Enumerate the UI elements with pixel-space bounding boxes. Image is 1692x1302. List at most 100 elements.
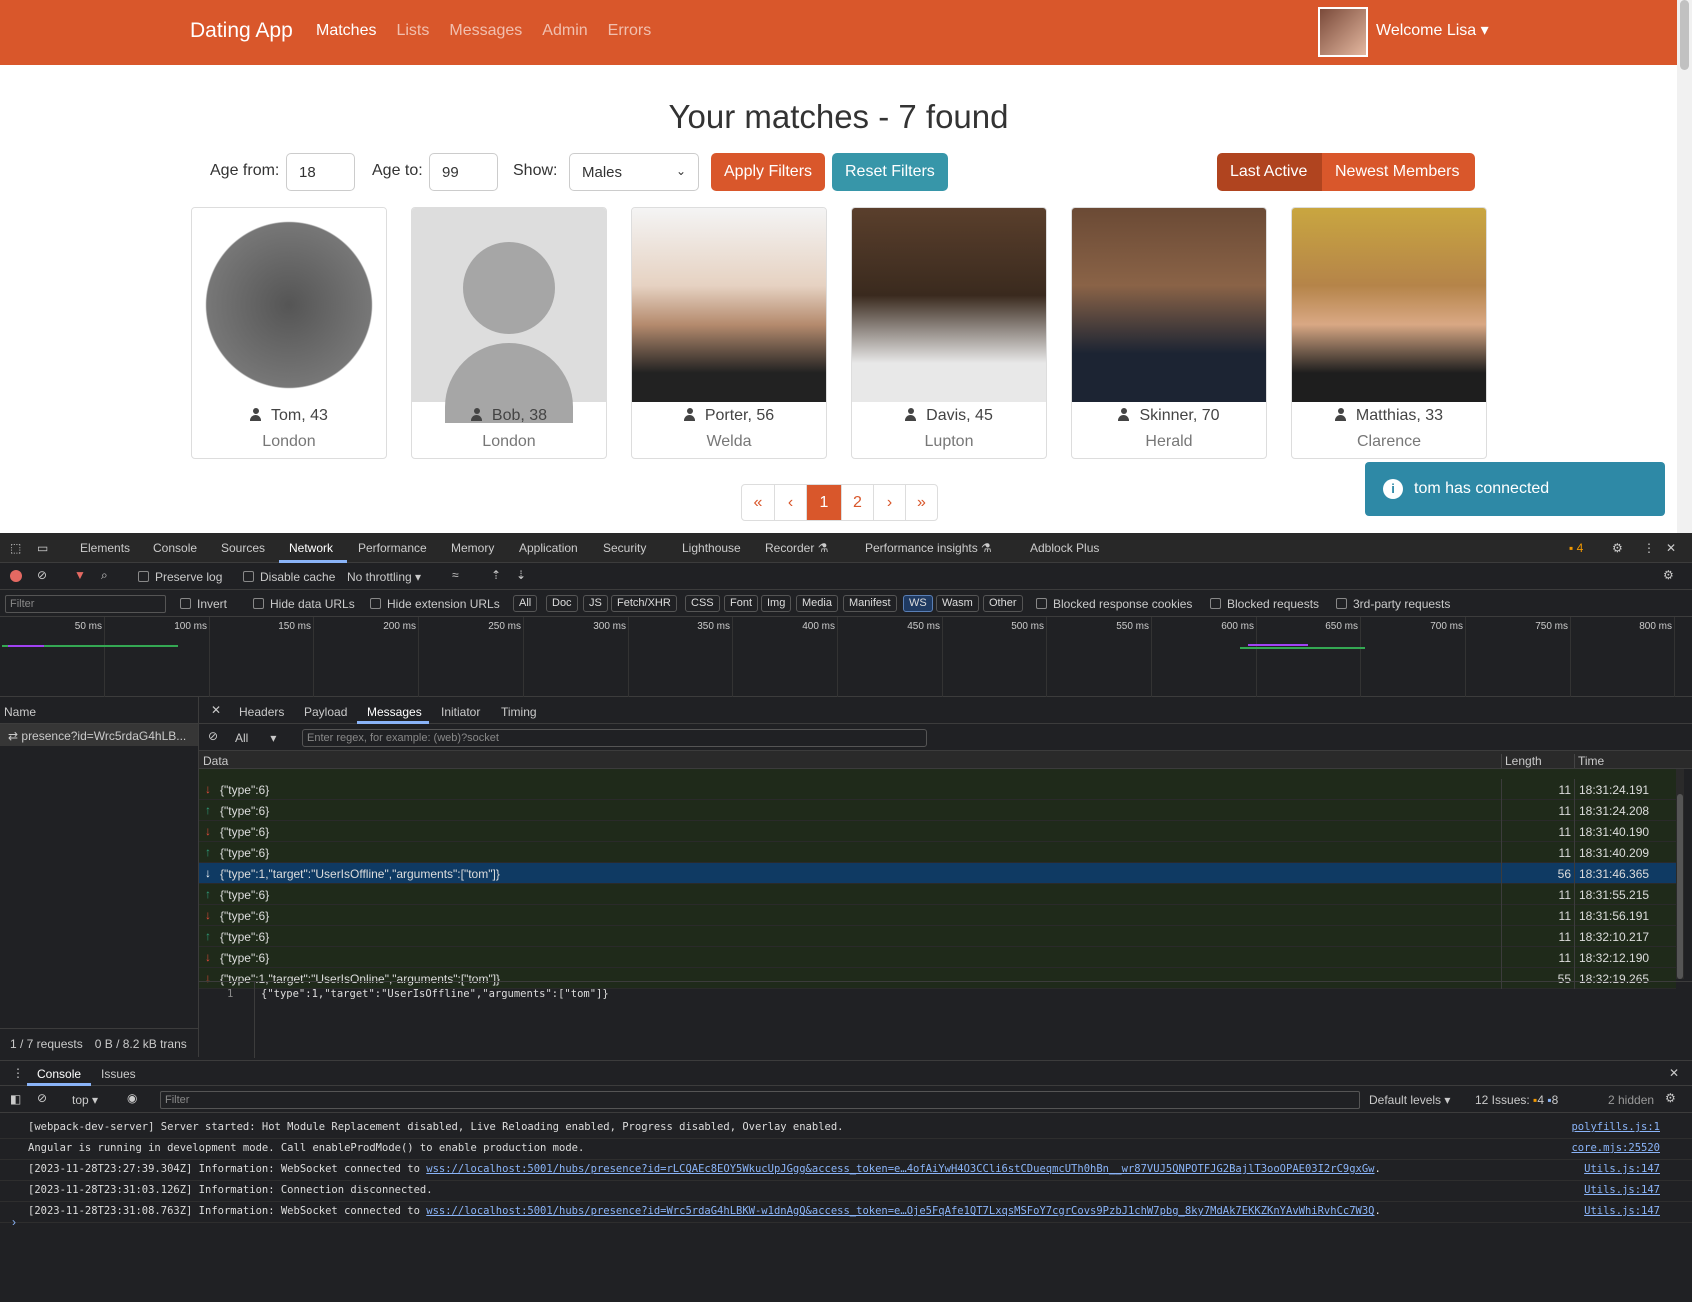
page-scrollbar[interactable] xyxy=(1677,0,1692,533)
tab-memory[interactable]: Memory xyxy=(451,541,494,555)
nav-admin[interactable]: Admin xyxy=(542,22,587,40)
col-time[interactable]: Time xyxy=(1574,754,1604,768)
network-timeline[interactable]: 50 ms 100 ms 150 ms 200 ms 250 ms 300 ms… xyxy=(0,617,1692,697)
message-row[interactable]: ↑ {"type":6} 11 18:31:55.215 xyxy=(199,884,1676,905)
nav-matches[interactable]: Matches xyxy=(316,22,376,40)
more-icon[interactable]: ⋮ xyxy=(1643,541,1655,555)
type-fetch[interactable]: Fetch/XHR xyxy=(611,595,677,612)
member-card[interactable]: Porter, 56 Welda xyxy=(631,207,827,459)
tab-sources[interactable]: Sources xyxy=(221,541,265,555)
col-data[interactable]: Data xyxy=(203,754,228,768)
tab-elements[interactable]: Elements xyxy=(80,541,130,555)
tab-performance-insights[interactable]: Performance insights ⚗ xyxy=(865,541,992,555)
page-next[interactable]: › xyxy=(873,485,905,520)
search-icon[interactable]: ⌕ xyxy=(101,568,108,583)
message-row[interactable]: ↓ {"type":1,"target":"UserIsOffline","arg… xyxy=(199,863,1676,884)
type-manifest[interactable]: Manifest xyxy=(843,595,897,612)
tab-network[interactable]: Network xyxy=(289,541,333,555)
issues-badge[interactable]: ▪ 4 xyxy=(1569,541,1583,555)
drawer-menu-icon[interactable]: ⋮ xyxy=(12,1066,24,1080)
user-avatar[interactable] xyxy=(1318,7,1368,57)
upload-icon[interactable]: ⇡ xyxy=(491,568,501,582)
page-last[interactable]: » xyxy=(905,485,937,520)
issues-summary[interactable]: 12 Issues: ▪4 ▪8 xyxy=(1475,1093,1558,1107)
close-detail-icon[interactable]: ✕ xyxy=(211,703,221,717)
request-row[interactable]: ⇄ presence?id=Wrc5rdaG4hLB... xyxy=(0,724,198,746)
scroll-thumb[interactable] xyxy=(1677,794,1683,979)
scroll-thumb[interactable] xyxy=(1680,0,1689,70)
console-source-link[interactable]: core.mjs:25520 xyxy=(1571,1142,1660,1154)
console-source-link[interactable]: Utils.js:147 xyxy=(1584,1184,1660,1196)
network-filter-input[interactable]: Filter xyxy=(5,595,166,613)
tab-console[interactable]: Console xyxy=(153,541,197,555)
messages-scrollbar[interactable] xyxy=(1676,769,1684,979)
page-first[interactable]: « xyxy=(742,485,774,520)
user-menu-toggle[interactable]: Welcome Lisa ▾ xyxy=(1376,20,1489,40)
clear-icon[interactable]: ⊘ xyxy=(37,568,47,582)
nav-lists[interactable]: Lists xyxy=(396,22,429,40)
console-link[interactable]: wss://localhost:5001/hubs/presence?id=rL… xyxy=(426,1163,1374,1175)
console-link[interactable]: wss://localhost:5001/hubs/presence?id=Wr… xyxy=(426,1205,1374,1217)
type-wasm[interactable]: Wasm xyxy=(936,595,979,612)
log-levels-select[interactable]: Default levels ▾ xyxy=(1369,1093,1450,1107)
tab-performance[interactable]: Performance xyxy=(358,541,427,555)
type-media[interactable]: Media xyxy=(796,595,838,612)
tab-application[interactable]: Application xyxy=(519,541,578,555)
preserve-log-checkbox[interactable]: Preserve log xyxy=(138,570,222,584)
message-row[interactable]: ↑ {"type":6} 11 18:31:24.208 xyxy=(199,800,1676,821)
clear-messages-icon[interactable]: ⊘ xyxy=(208,729,218,743)
type-js[interactable]: JS xyxy=(583,595,608,612)
tab-initiator[interactable]: Initiator xyxy=(441,705,480,719)
third-party-checkbox[interactable]: 3rd-party requests xyxy=(1336,597,1450,611)
close-drawer-icon[interactable]: ✕ xyxy=(1669,1066,1679,1080)
reset-filters-button[interactable]: Reset Filters xyxy=(832,153,948,191)
hide-data-urls-checkbox[interactable]: Hide data URLs xyxy=(253,597,355,611)
message-row[interactable]: ↓ {"type":6} 11 18:31:24.191 xyxy=(199,779,1676,800)
invert-checkbox[interactable]: Invert xyxy=(180,597,227,611)
member-card[interactable]: Skinner, 70 Herald xyxy=(1071,207,1267,459)
blocked-cookies-checkbox[interactable]: Blocked response cookies xyxy=(1036,597,1192,611)
member-card[interactable]: Tom, 43 London xyxy=(191,207,387,459)
member-card[interactable]: Bob, 38 London xyxy=(411,207,607,459)
console-filter-input[interactable]: Filter xyxy=(160,1091,1360,1109)
console-settings-icon[interactable]: ⚙ xyxy=(1665,1091,1676,1105)
gear-icon[interactable]: ⚙ xyxy=(1612,541,1623,555)
disable-cache-checkbox[interactable]: Disable cache xyxy=(243,570,335,584)
age-from-input[interactable]: 18 xyxy=(286,153,355,191)
message-row[interactable]: ↓ {"type":6} 11 18:31:56.191 xyxy=(199,905,1676,926)
clear-console-icon[interactable]: ⊘ xyxy=(37,1091,47,1105)
message-row[interactable]: ↑ {"type":6} 11 18:32:10.217 xyxy=(199,926,1676,947)
console-source-link[interactable]: Utils.js:147 xyxy=(1584,1205,1660,1217)
type-font[interactable]: Font xyxy=(724,595,759,612)
nav-messages[interactable]: Messages xyxy=(449,22,522,40)
message-row[interactable]: ↓ {"type":6} 11 18:32:12.190 xyxy=(199,947,1676,968)
record-icon[interactable] xyxy=(10,570,22,582)
console-source-link[interactable]: polyfills.js:1 xyxy=(1571,1121,1660,1133)
type-ws[interactable]: WS xyxy=(903,595,933,612)
apply-filters-button[interactable]: Apply Filters xyxy=(711,153,826,191)
tab-security[interactable]: Security xyxy=(603,541,646,555)
tab-adblock[interactable]: Adblock Plus xyxy=(1030,541,1099,555)
message-row[interactable]: ↓ {"type":6} 11 18:31:40.190 xyxy=(199,821,1676,842)
tab-messages[interactable]: Messages xyxy=(367,705,422,719)
member-card[interactable]: Matthias, 33 Clarence xyxy=(1291,207,1487,459)
sort-last-active-button[interactable]: Last Active xyxy=(1217,153,1322,191)
name-column-header[interactable]: Name xyxy=(0,697,198,724)
gender-select[interactable]: Males ⌄ xyxy=(569,153,699,191)
type-img[interactable]: Img xyxy=(761,595,792,612)
col-length[interactable]: Length xyxy=(1501,754,1542,768)
tab-headers[interactable]: Headers xyxy=(239,705,284,719)
type-css[interactable]: CSS xyxy=(685,595,720,612)
tab-lighthouse[interactable]: Lighthouse xyxy=(682,541,741,555)
nav-errors[interactable]: Errors xyxy=(608,22,652,40)
tab-issues[interactable]: Issues xyxy=(101,1067,136,1081)
toast-notification[interactable]: i tom has connected xyxy=(1365,462,1665,516)
blocked-requests-checkbox[interactable]: Blocked requests xyxy=(1210,597,1319,611)
prompt-icon[interactable]: › xyxy=(12,1215,16,1229)
tab-payload[interactable]: Payload xyxy=(304,705,347,719)
device-toggle-icon[interactable]: ▭ xyxy=(37,541,48,555)
network-settings-icon[interactable]: ⚙ xyxy=(1663,568,1674,582)
inspect-icon[interactable]: ⬚ xyxy=(10,541,21,555)
sidebar-toggle-icon[interactable]: ◧ xyxy=(10,1092,21,1106)
close-icon[interactable]: ✕ xyxy=(1666,541,1676,555)
